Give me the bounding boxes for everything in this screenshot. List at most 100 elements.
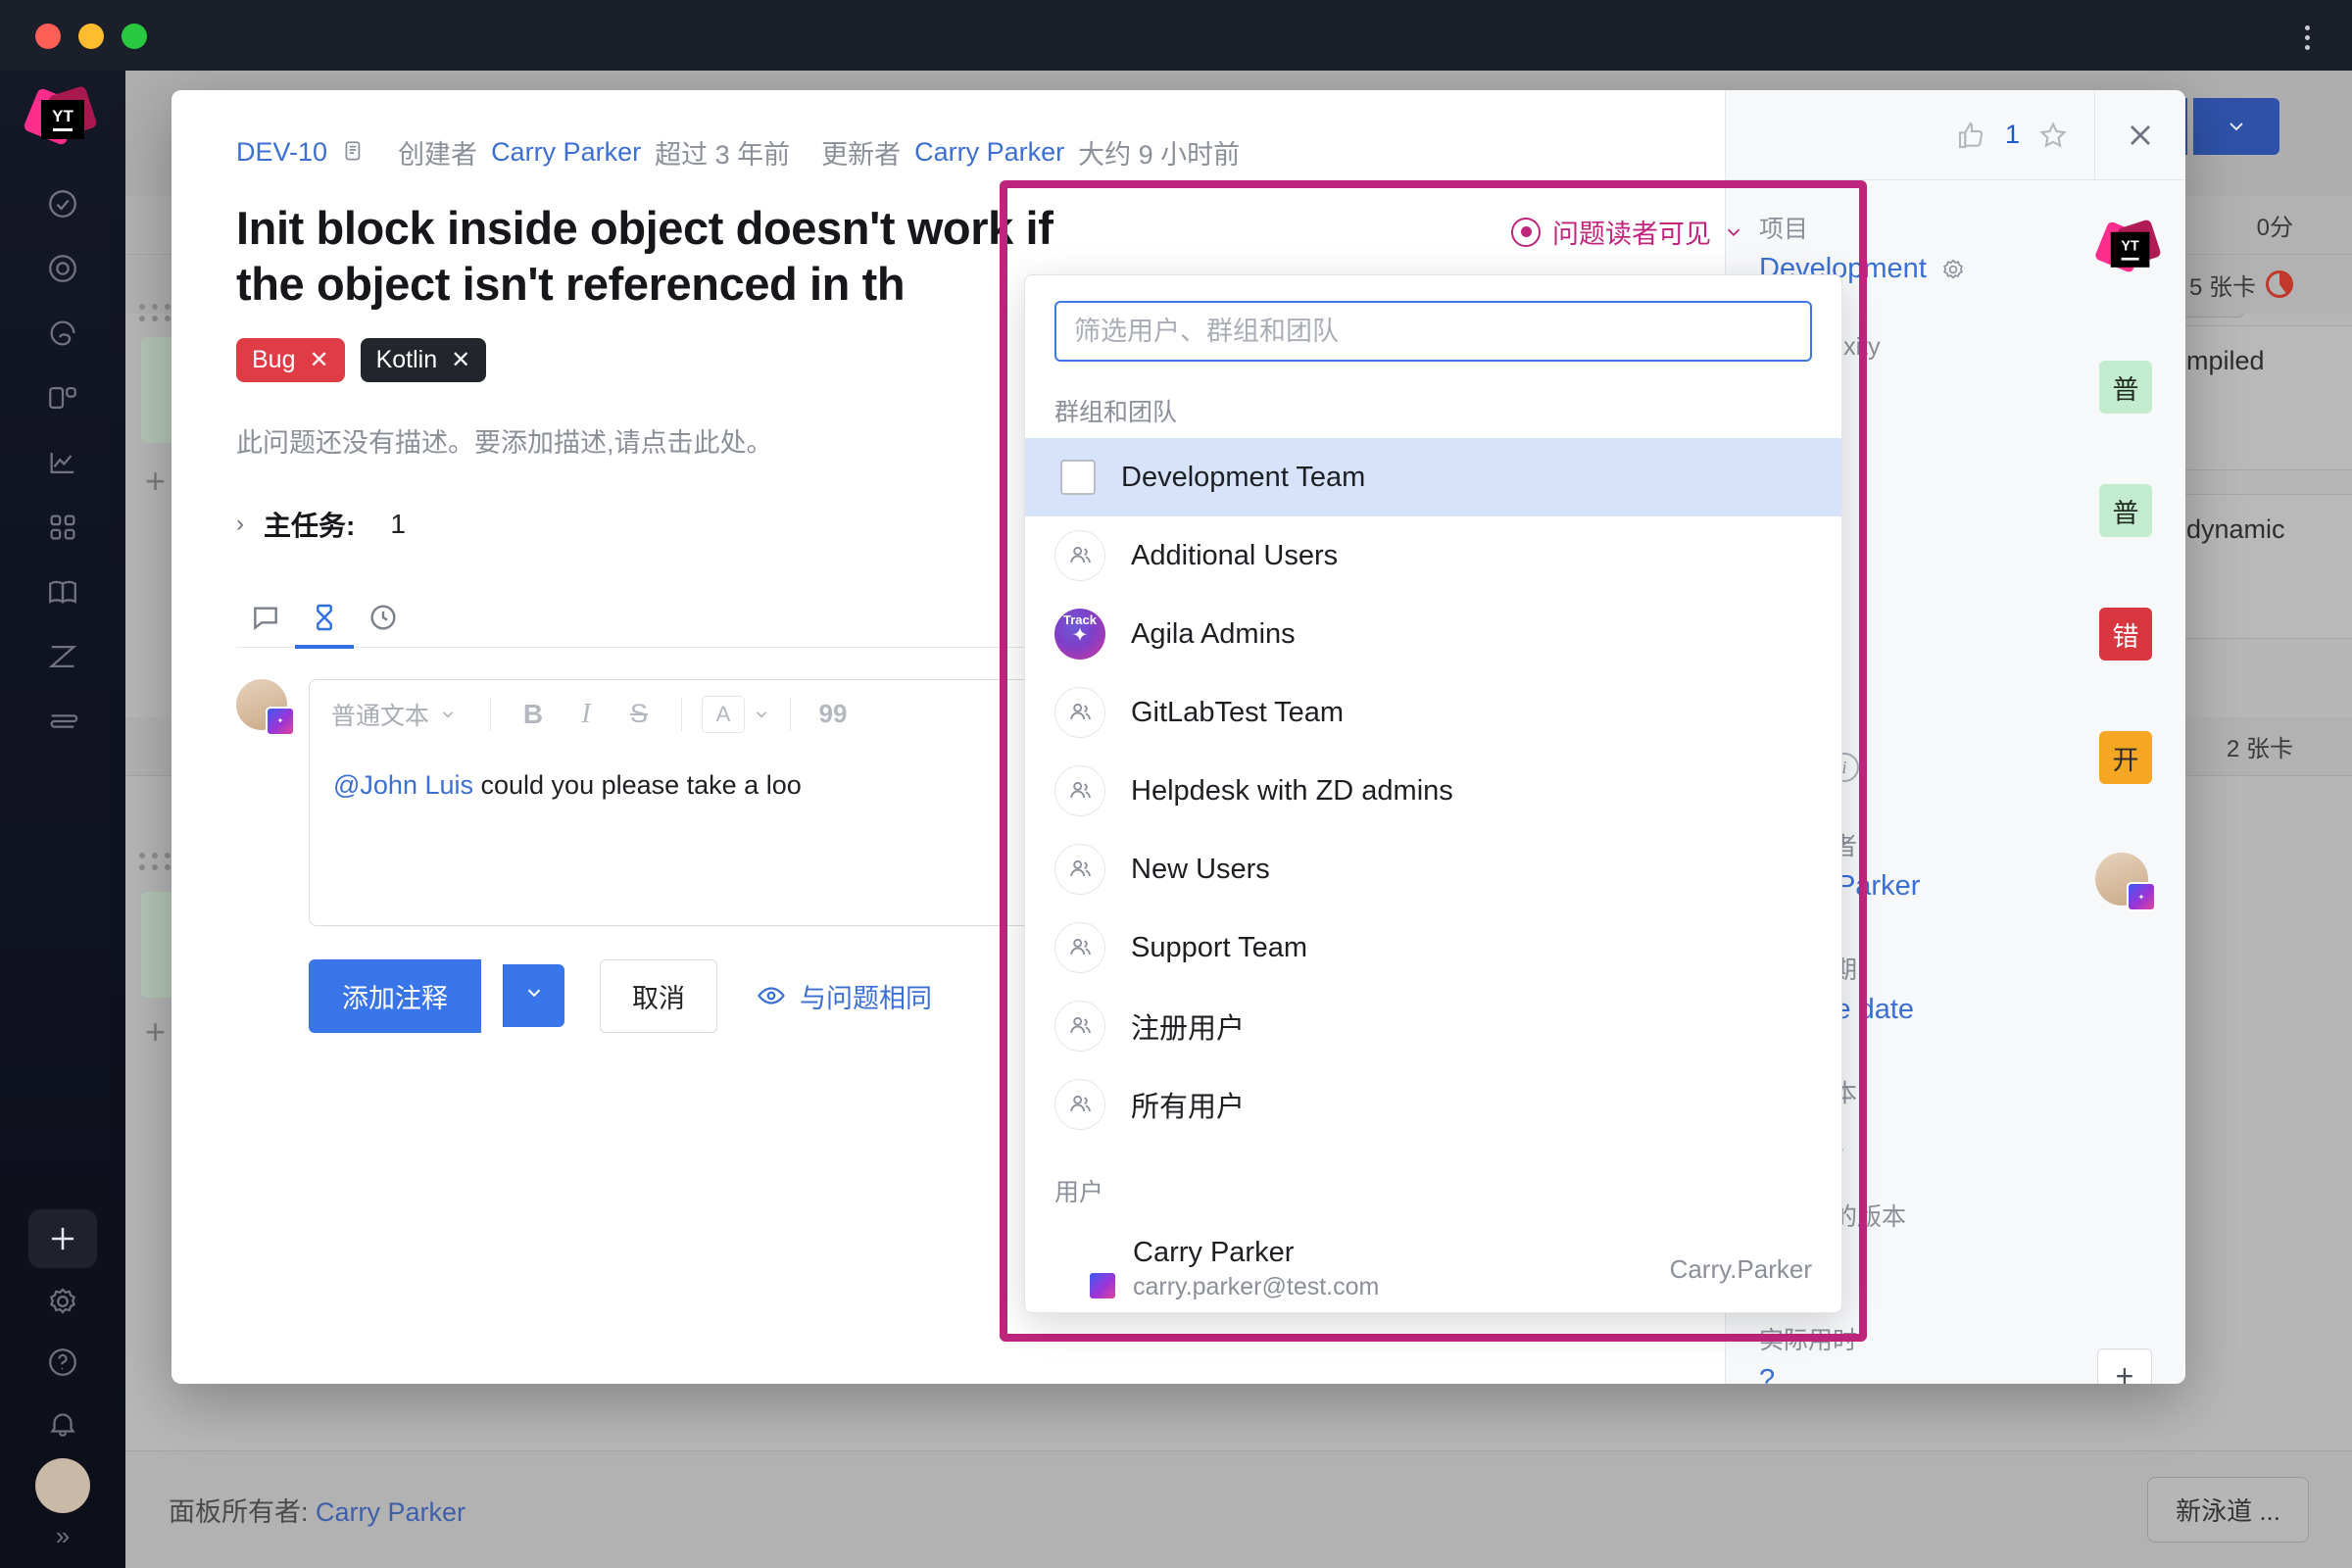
- settings-button[interactable]: [26, 1276, 99, 1327]
- expand-sidebar-icon[interactable]: »: [56, 1523, 70, 1554]
- sidebar-item-issues[interactable]: [26, 178, 99, 229]
- sidebar-item-workflows[interactable]: [26, 631, 99, 682]
- gear-icon: [1942, 259, 1963, 278]
- board-owner-label: 面板所有者:: [169, 1497, 309, 1527]
- created-ago: 超过 3 年前: [655, 139, 791, 170]
- sidebar-item-agile-boards[interactable]: [26, 243, 99, 294]
- search-input[interactable]: [1054, 301, 1812, 362]
- field-complexity-badge: 普: [2099, 361, 2152, 414]
- vote-count: 1: [2004, 120, 2020, 149]
- tag-kotlin[interactable]: Kotlin ✕: [360, 337, 487, 382]
- text-color-button[interactable]: A: [702, 695, 746, 733]
- selector-user-carry-parker[interactable]: Carry Parker carry.parker@test.com Carry…: [1025, 1218, 1841, 1312]
- selector-item-helpdesk-with-zd-admins[interactable]: Helpdesk with ZD admins: [1025, 752, 1841, 830]
- selector-item-agila-admins[interactable]: Track ✦ Agila Admins: [1025, 595, 1841, 673]
- checkbox-icon[interactable]: [1060, 460, 1096, 495]
- selector-user-email: carry.parker@test.com: [1133, 1273, 1380, 1300]
- tag-kotlin-remove-icon[interactable]: ✕: [451, 346, 470, 374]
- board-add-card-1[interactable]: +: [145, 461, 166, 502]
- selector-item-additional-users[interactable]: Additional Users: [1025, 516, 1841, 595]
- selector-user-name: Carry Parker: [1133, 1237, 1295, 1268]
- group-icon: [1054, 687, 1105, 738]
- assignee-project-badge-icon: ✦: [2127, 882, 2156, 911]
- quote-button[interactable]: 99: [810, 699, 856, 729]
- tab-history[interactable]: [354, 587, 413, 648]
- kebab-menu-icon[interactable]: [2291, 20, 2323, 55]
- chevron-down-icon: [1727, 228, 1740, 236]
- copy-icon[interactable]: [341, 139, 367, 165]
- board-card-2[interactable]: dynamic ?: [2164, 494, 2352, 639]
- add-spent-time-button[interactable]: +: [2097, 1348, 2152, 1384]
- selector-item-support-team[interactable]: Support Team: [1025, 908, 1841, 987]
- help-button[interactable]: [26, 1337, 99, 1388]
- selector-user-login: Carry.Parker: [1669, 1253, 1812, 1284]
- selector-item-registered-users[interactable]: 注册用户: [1025, 987, 1841, 1065]
- user-avatar: [1054, 1242, 1117, 1300]
- selector-item-label: 所有用户: [1131, 1092, 1246, 1123]
- issue-dialog: DEV-10 创建者 Carry Parker 超过 3 年前 更新者 Carr…: [172, 90, 2185, 1384]
- close-window-button[interactable]: [35, 24, 61, 49]
- chevron-right-icon[interactable]: ›: [236, 511, 244, 538]
- sidebar-item-helpdesk[interactable]: [26, 308, 99, 359]
- comment-author-avatar: ✦: [236, 678, 295, 736]
- page-title: Init block inside object doesn't work if…: [236, 202, 1054, 311]
- star-icon: [2039, 121, 2067, 148]
- selector-item-new-users[interactable]: New Users: [1025, 830, 1841, 908]
- add-comment-button[interactable]: 添加注释: [309, 958, 481, 1033]
- close-icon[interactable]: [2095, 90, 2185, 180]
- created-by-name[interactable]: Carry Parker: [491, 137, 641, 168]
- board-swimlane-1-count: 5 张卡: [2188, 273, 2256, 301]
- sidebar-item-timesheets[interactable]: [26, 696, 99, 747]
- tab-activity[interactable]: [295, 587, 354, 649]
- sidebar-item-dashboards[interactable]: [26, 372, 99, 423]
- updated-by-name[interactable]: Carry Parker: [914, 137, 1064, 168]
- subtasks-count: 1: [390, 508, 406, 539]
- board-grip-2[interactable]: [139, 853, 172, 870]
- issue-header: DEV-10 创建者 Carry Parker 超过 3 年前 更新者 Carr…: [236, 133, 1660, 171]
- board-owner-name[interactable]: Carry Parker: [316, 1497, 466, 1527]
- tag-bug-label: Bug: [252, 345, 296, 373]
- board-create-caret-button[interactable]: [2193, 98, 2279, 155]
- maximize-window-button[interactable]: [122, 24, 147, 49]
- cancel-button[interactable]: 取消: [600, 958, 717, 1033]
- field-spent-time-value[interactable]: ?: [1759, 1364, 2152, 1384]
- tab-comments[interactable]: [236, 587, 295, 648]
- italic-button[interactable]: I: [564, 699, 609, 730]
- board-swimlane-2-count: 2 张卡: [2226, 736, 2293, 762]
- thumbs-up-icon: [1958, 121, 1984, 148]
- issue-id[interactable]: DEV-10: [236, 137, 327, 168]
- board-add-card-2[interactable]: +: [145, 1011, 166, 1053]
- selector-item-gitlabtest-team[interactable]: GitLabTest Team: [1025, 673, 1841, 752]
- add-new-button[interactable]: [28, 1209, 97, 1268]
- strikethrough-button[interactable]: S: [616, 699, 662, 729]
- selector-groups-header: 群组和团队: [1054, 399, 1178, 426]
- comment-visibility-button[interactable]: 与问题相同: [757, 977, 932, 1015]
- add-comment-caret-button[interactable]: [503, 964, 564, 1028]
- field-spent-time-label: 实际用时: [1759, 1327, 1858, 1354]
- selector-item-label: Development Team: [1121, 461, 1366, 493]
- selector-item-development-team[interactable]: Development Team: [1025, 438, 1841, 516]
- updated-ago: 大约 9 小时前: [1078, 139, 1241, 170]
- youtrack-logo-icon[interactable]: YT: [23, 84, 98, 153]
- minimize-window-button[interactable]: [78, 24, 104, 49]
- sidebar-item-reports[interactable]: [26, 437, 99, 488]
- avatar[interactable]: [35, 1458, 90, 1513]
- sidebar-item-apps[interactable]: [26, 502, 99, 553]
- project-badge-icon: ✦: [266, 706, 295, 736]
- tag-bug[interactable]: Bug ✕: [236, 337, 345, 382]
- issue-visibility-button[interactable]: 问题读者可见: [1511, 213, 1744, 251]
- visibility-selector-popup: 群组和团队 Development Team Additional Users …: [1024, 274, 1842, 1313]
- format-select[interactable]: 普通文本: [331, 697, 470, 732]
- project-avatar-icon: Track ✦: [1054, 609, 1105, 660]
- tag-bug-remove-icon[interactable]: ✕: [309, 346, 328, 374]
- selector-users-header: 用户: [1054, 1179, 1104, 1206]
- new-swimlane-button[interactable]: 新泳道 ...: [2147, 1477, 2309, 1543]
- board-score: 0分: [2256, 215, 2293, 241]
- notifications-button[interactable]: [26, 1397, 99, 1448]
- board-grip-1[interactable]: [139, 304, 172, 321]
- selector-item-all-users[interactable]: 所有用户: [1025, 1065, 1841, 1144]
- sidebar-item-knowledge-base[interactable]: [26, 566, 99, 617]
- selector-item-label: Helpdesk with ZD admins: [1131, 774, 1453, 807]
- bold-button[interactable]: B: [511, 699, 556, 730]
- board-card-1[interactable]: mpiled ?: [2164, 325, 2352, 470]
